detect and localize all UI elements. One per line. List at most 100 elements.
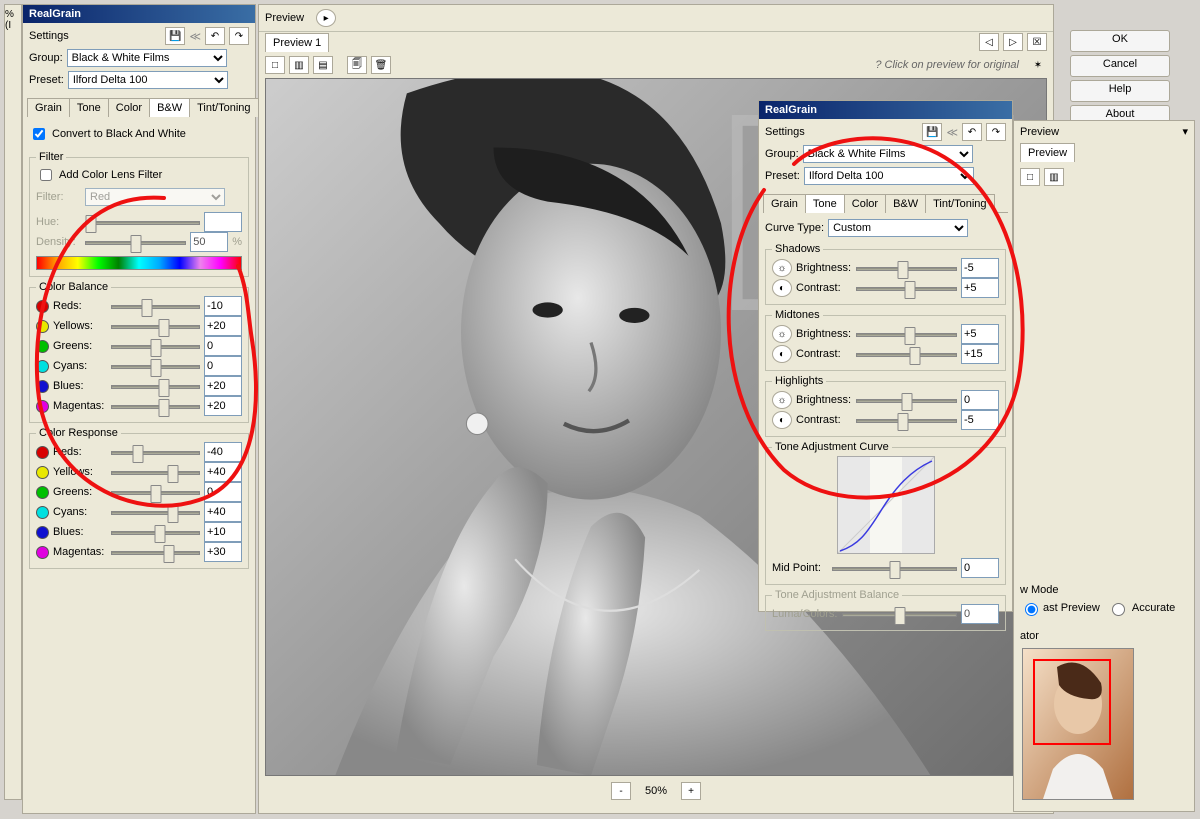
sh-bright-label: Brightness: <box>796 262 852 274</box>
rview-split-icon[interactable]: ▥ <box>1044 168 1064 186</box>
color-balance-row: Reds: <box>36 296 242 316</box>
color-balance-slider[interactable] <box>111 377 200 395</box>
contrast-icon: ◐ <box>772 279 792 297</box>
preset-label: Preset: <box>29 74 64 86</box>
color-balance-value[interactable] <box>204 316 242 336</box>
color-balance-slider[interactable] <box>111 397 200 415</box>
tone-curve-plot[interactable] <box>837 456 935 554</box>
fast-preview-radio[interactable] <box>1025 603 1038 616</box>
sh-bright-value[interactable] <box>961 258 999 278</box>
undo-icon-r[interactable]: ↶ <box>962 123 982 141</box>
tab-grain-r[interactable]: Grain <box>763 194 806 213</box>
color-balance-value[interactable] <box>204 336 242 356</box>
zoom-in-button[interactable]: + <box>681 782 701 800</box>
color-response-value[interactable] <box>204 462 242 482</box>
color-balance-value[interactable] <box>204 396 242 416</box>
color-balance-row: Blues: <box>36 376 242 396</box>
pct-label: % <box>232 236 242 248</box>
navigator-viewport-box[interactable] <box>1033 659 1111 745</box>
hl-contrast-slider[interactable] <box>856 411 957 429</box>
color-response-value[interactable] <box>204 482 242 502</box>
redo-icon[interactable]: ↷ <box>229 27 249 45</box>
color-response-fieldset: Color Response Reds:Yellows:Greens:Cyans… <box>29 427 249 569</box>
preview-label: Preview <box>265 12 304 24</box>
color-balance-slider[interactable] <box>111 357 200 375</box>
tab-tint[interactable]: Tint/Toning <box>189 98 258 117</box>
hl-bright-slider[interactable] <box>856 391 957 409</box>
next-icon[interactable]: ▷ <box>1003 33 1023 51</box>
color-response-label: Reds: <box>53 446 107 458</box>
tab-color-r[interactable]: Color <box>844 194 886 213</box>
add-lens-filter-checkbox[interactable] <box>40 169 52 181</box>
trash-icon[interactable]: 🗑 <box>371 56 391 74</box>
color-response-value[interactable] <box>204 542 242 562</box>
save-preset-icon-r[interactable]: 💾 <box>922 123 942 141</box>
tab-tone[interactable]: Tone <box>69 98 109 117</box>
settings-titlebar: RealGrain <box>23 5 255 23</box>
convert-bw-checkbox[interactable] <box>33 128 45 140</box>
add-lens-filter-label: Add Color Lens Filter <box>59 169 162 181</box>
color-response-value[interactable] <box>204 502 242 522</box>
mt-contrast-value[interactable] <box>961 344 999 364</box>
color-response-value[interactable] <box>204 522 242 542</box>
navigator-thumb[interactable] <box>1022 648 1134 800</box>
undo-icon[interactable]: ↶ <box>205 27 225 45</box>
help-button[interactable]: Help <box>1070 80 1170 102</box>
zoom-out-button[interactable]: - <box>611 782 631 800</box>
save-preset-icon[interactable]: 💾 <box>165 27 185 45</box>
rpreview-tab[interactable]: Preview <box>1020 143 1075 162</box>
view-splitv-icon[interactable]: ▥ <box>289 56 309 74</box>
accurate-radio[interactable] <box>1112 603 1125 616</box>
mt-bright-value[interactable] <box>961 324 999 344</box>
color-balance-value[interactable] <box>204 356 242 376</box>
sh-contrast-value[interactable] <box>961 278 999 298</box>
group-select-r[interactable]: Black & White Films <box>803 145 973 163</box>
color-response-slider[interactable] <box>111 523 200 541</box>
sh-bright-slider[interactable] <box>856 259 957 277</box>
color-balance-value[interactable] <box>204 376 242 396</box>
view-single-icon[interactable]: □ <box>265 56 285 74</box>
midpoint-value[interactable] <box>961 558 999 578</box>
tab-color[interactable]: Color <box>108 98 150 117</box>
group-select[interactable]: Black & White Films <box>67 49 227 67</box>
prev-icon[interactable]: ◁ <box>979 33 999 51</box>
preset-select-r[interactable]: Ilford Delta 100 <box>804 167 974 185</box>
color-swatch <box>36 506 49 519</box>
color-swatch <box>36 360 49 373</box>
mt-contrast-slider[interactable] <box>856 345 957 363</box>
mt-bright-slider[interactable] <box>856 325 957 343</box>
ok-button[interactable]: OK <box>1070 30 1170 52</box>
rview-single-icon[interactable]: □ <box>1020 168 1040 186</box>
color-response-row: Reds: <box>36 442 242 462</box>
close-tab-icon[interactable]: ☒ <box>1027 33 1047 51</box>
color-balance-slider[interactable] <box>111 317 200 335</box>
color-response-slider[interactable] <box>111 463 200 481</box>
sh-contrast-slider[interactable] <box>856 279 957 297</box>
hl-bright-value[interactable] <box>961 390 999 410</box>
chevron-down-icon[interactable]: ▾ <box>1182 125 1188 138</box>
color-balance-slider[interactable] <box>111 337 200 355</box>
preset-select[interactable]: Ilford Delta 100 <box>68 71 228 89</box>
tab-tone-r[interactable]: Tone <box>805 194 845 213</box>
view-splith-icon[interactable]: ▤ <box>313 56 333 74</box>
color-response-value[interactable] <box>204 442 242 462</box>
midtones-fieldset: Midtones ☼Brightness: ◐Contrast: <box>765 309 1006 371</box>
color-response-slider[interactable] <box>111 483 200 501</box>
tab-bw[interactable]: B&W <box>149 98 190 117</box>
tab-grain[interactable]: Grain <box>27 98 70 117</box>
redo-icon-r[interactable]: ↷ <box>986 123 1006 141</box>
color-response-slider[interactable] <box>111 443 200 461</box>
color-balance-slider[interactable] <box>111 297 200 315</box>
play-icon[interactable]: ▸ <box>316 9 336 27</box>
color-response-slider[interactable] <box>111 543 200 561</box>
color-balance-value[interactable] <box>204 296 242 316</box>
curve-type-select[interactable]: Custom <box>828 219 968 237</box>
color-response-slider[interactable] <box>111 503 200 521</box>
hl-contrast-value[interactable] <box>961 410 999 430</box>
midpoint-slider[interactable] <box>832 559 957 577</box>
cancel-button[interactable]: Cancel <box>1070 55 1170 77</box>
preview-tab-1[interactable]: Preview 1 <box>265 33 329 52</box>
copy-icon[interactable]: 🗐 <box>347 56 367 74</box>
tab-bw-r[interactable]: B&W <box>885 194 926 213</box>
tab-tint-r[interactable]: Tint/Toning <box>925 194 994 213</box>
